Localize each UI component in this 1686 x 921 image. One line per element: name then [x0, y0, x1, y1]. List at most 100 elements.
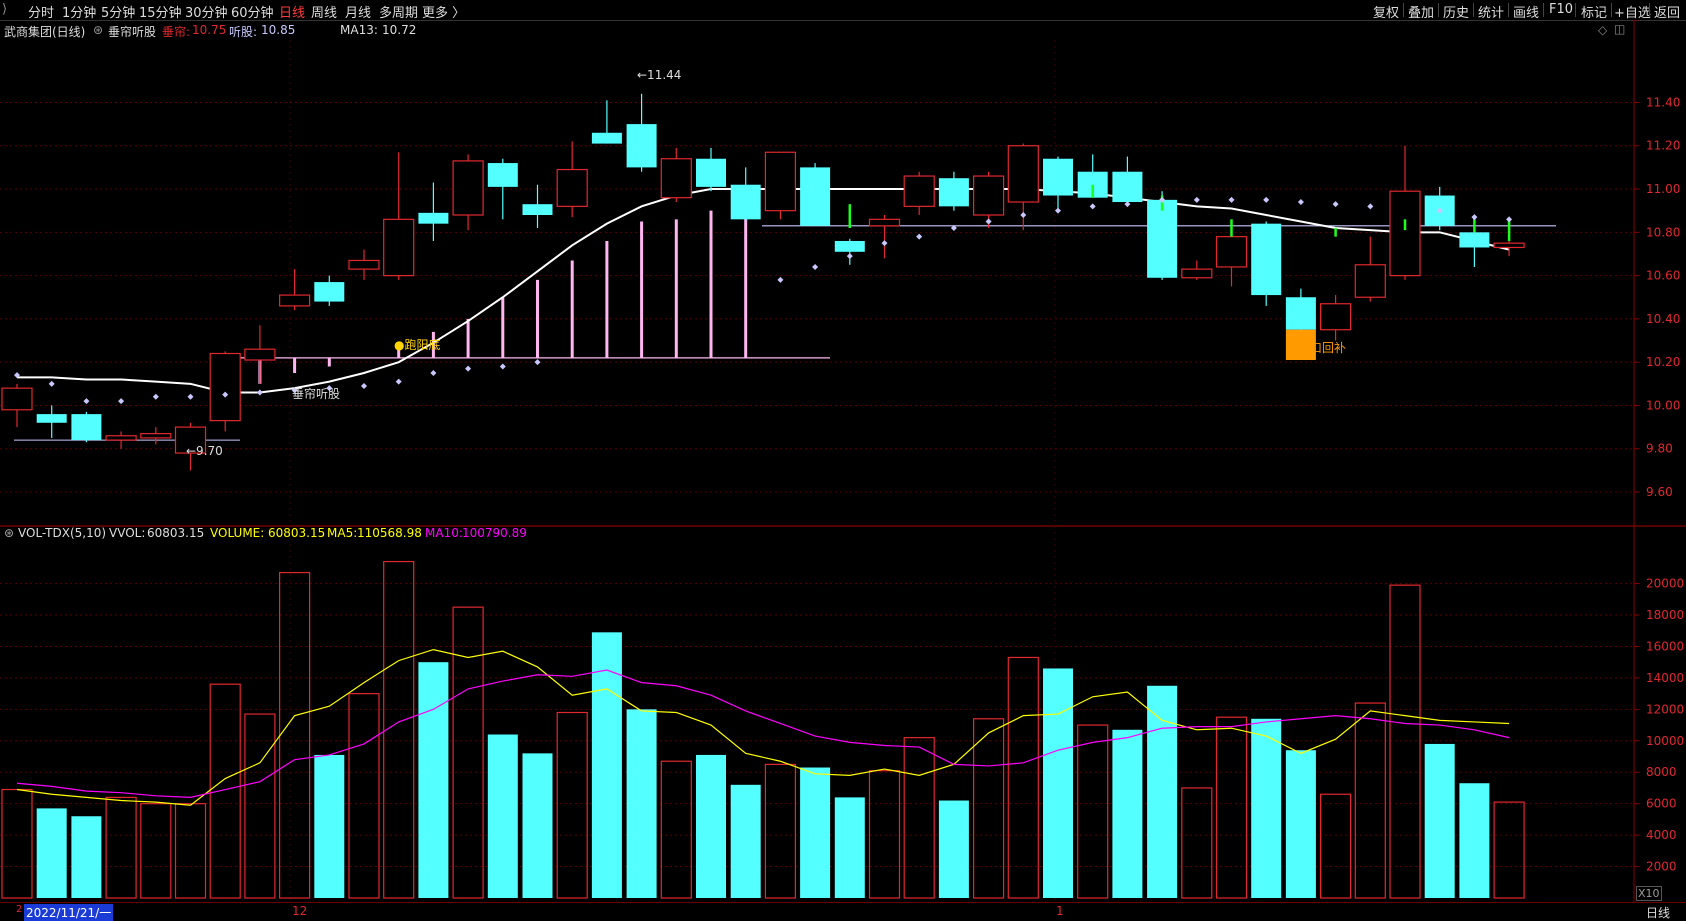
candle-body: [868, 218, 901, 227]
candle-body: [487, 163, 518, 187]
collapse-icon[interactable]: ⟩: [2, 2, 7, 17]
candle-body: [556, 168, 588, 207]
month-label-1: 1: [1056, 904, 1064, 918]
marker-dot: [1228, 196, 1235, 203]
tab-fenshi[interactable]: 分时: [28, 2, 54, 21]
candle-body: [1493, 242, 1525, 249]
price-tick-label: 9.80: [1646, 442, 1673, 456]
marker-dot: [985, 218, 992, 225]
price-tick-label: 10.60: [1646, 269, 1680, 283]
volume-bar: [174, 803, 207, 899]
marker-dot: [777, 276, 784, 283]
tab-multi-period[interactable]: 多周期: [379, 2, 418, 21]
volume-bar: [1077, 724, 1109, 899]
marker-dot: [430, 369, 437, 376]
tab-5min[interactable]: 5分钟: [101, 2, 135, 21]
ma13-label: MA13:: [340, 23, 378, 37]
marker-dot: [118, 398, 125, 405]
volume-tick-label: 8000: [1646, 765, 1677, 779]
marker-dot: [1124, 201, 1131, 208]
diamond-icon[interactable]: ◇: [1598, 23, 1607, 37]
volume-label: VOLUME:: [210, 526, 265, 540]
divider: [1649, 3, 1650, 17]
marker-dot: [499, 363, 506, 370]
volume-tick-label: 20000: [1646, 577, 1684, 591]
volume-bar: [418, 662, 449, 898]
period-label[interactable]: 日线: [1646, 904, 1670, 921]
candle-body: [1215, 236, 1248, 268]
volume-bar: [1354, 702, 1386, 899]
f10-button[interactable]: F10: [1549, 2, 1573, 17]
volume-bar: [383, 560, 415, 899]
volume-dropdown-icon[interactable]: ⊛: [4, 526, 14, 540]
indicator-value-1: 10.75: [192, 23, 227, 37]
ma5-label: MA5:: [327, 526, 358, 540]
volume-bars: [1, 560, 1525, 899]
marker-dot: [1089, 203, 1096, 210]
divider: [1543, 3, 1544, 17]
back-button[interactable]: 返回: [1654, 2, 1680, 21]
candle-body: [348, 259, 380, 270]
volume-ma5-line: [16, 648, 1510, 806]
tab-more[interactable]: 更多 〉: [422, 2, 465, 21]
volume-tick-label: 4000: [1646, 828, 1677, 842]
volume-tick-label: 6000: [1646, 797, 1677, 811]
volume-bar: [1319, 793, 1352, 899]
tab-15min[interactable]: 15分钟: [139, 2, 182, 21]
candle-body: [1251, 223, 1282, 296]
volume-bar: [1, 788, 33, 899]
tab-30min[interactable]: 30分钟: [185, 2, 228, 21]
tab-daily[interactable]: 日线: [279, 2, 305, 21]
divider: [1508, 3, 1509, 17]
indicator-annotation: 垂帘听股: [292, 387, 341, 401]
tab-weekly[interactable]: 周线: [311, 2, 337, 21]
window-toggle-icon[interactable]: ◫: [1614, 22, 1625, 36]
indicator-name: 垂帘听股: [108, 25, 157, 39]
ma10-value: 100790.89: [462, 526, 527, 540]
candle-body: [696, 158, 726, 187]
dropdown-icon[interactable]: ⊛: [93, 23, 103, 37]
volume-axis: 20000 18000 16000 14000 12000 10000 8000 6000 40…: [1634, 577, 1684, 874]
marker-dot: [916, 233, 923, 240]
price-tick-label: 9.60: [1646, 485, 1673, 499]
volume-bar: [972, 718, 1005, 899]
volume-bar: [71, 816, 102, 898]
divider: [1438, 3, 1439, 17]
candle-body: [1319, 303, 1352, 331]
overlay-button[interactable]: 叠加: [1408, 2, 1434, 21]
marker-dot: [1193, 196, 1200, 203]
volume-bar: [696, 754, 726, 898]
volume-bar: [834, 797, 865, 898]
candle-body: [1181, 268, 1213, 279]
volume-bar: [244, 713, 276, 899]
indicator-label-1: 垂帘:: [162, 25, 191, 39]
history-button[interactable]: 历史: [1443, 2, 1469, 21]
tab-1min[interactable]: 1分钟: [62, 2, 96, 21]
candle-body: [314, 282, 345, 302]
candle-body: [1354, 264, 1386, 298]
marker-dot: [1020, 212, 1027, 219]
candle-body: [140, 432, 172, 439]
chart-area[interactable]: 11.40 11.20 11.00 10.80 10.60 10.40 10.20 10.00…: [0, 20, 1686, 902]
volume-bar: [1389, 584, 1421, 899]
volume-bar: [1215, 716, 1248, 899]
candle-body: [730, 184, 761, 220]
price-tick-label: 10.20: [1646, 355, 1680, 369]
volume-tick-label: 16000: [1646, 639, 1684, 653]
tab-60min[interactable]: 60分钟: [231, 2, 274, 21]
draw-line-button[interactable]: 画线: [1513, 2, 1539, 21]
candle-body: [1043, 158, 1073, 196]
add-favorite-button[interactable]: +自选: [1614, 2, 1651, 21]
volume-bar: [1043, 668, 1073, 898]
period-toolbar: ⟩ 分时 1分钟 5分钟 15分钟 30分钟 60分钟 日线 周线 月线 多周期…: [0, 0, 1686, 21]
indicator-label-2: 听股:: [229, 25, 258, 39]
tab-monthly[interactable]: 月线: [345, 2, 371, 21]
fuquan-button[interactable]: 复权: [1373, 2, 1399, 21]
mark-button[interactable]: 标记: [1581, 2, 1607, 21]
candle-body: [834, 240, 865, 252]
candle-body: [1459, 232, 1490, 248]
stats-button[interactable]: 统计: [1478, 2, 1504, 21]
volume-indicator-name: VOL-TDX(5,10): [18, 526, 107, 540]
marker-dot: [812, 263, 819, 270]
volume-bar: [1147, 685, 1178, 898]
